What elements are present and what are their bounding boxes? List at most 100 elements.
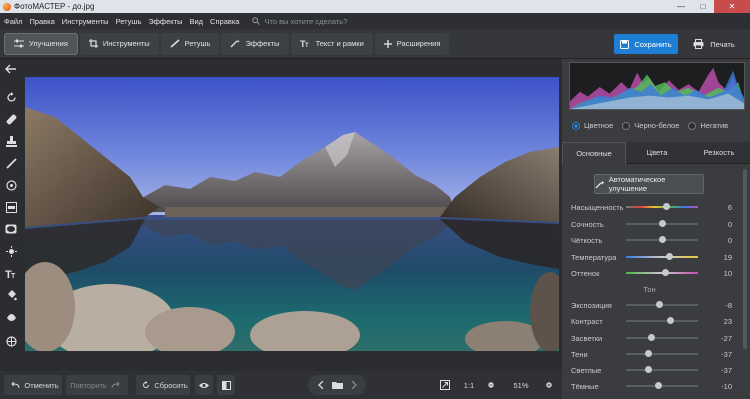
slider-label: Сочность [571,219,604,229]
floppy-disk-icon [620,39,630,49]
menu-view[interactable]: Вид [189,17,203,26]
tab-effects[interactable]: ✦ Эффекты [221,32,289,55]
slider-row: Засветки -27 [571,332,746,344]
close-icon[interactable]: ✕ [714,0,750,13]
slider-handle[interactable] [655,301,663,308]
text-tool-icon[interactable]: TT [4,266,18,280]
minimize-icon[interactable]: — [670,0,692,13]
panel-scrollbar[interactable] [743,169,747,349]
slider-handle[interactable] [644,350,652,357]
tab-text-frames[interactable]: TT Текст и рамки [290,32,373,55]
tab-retouch[interactable]: Ретушь [160,32,220,55]
next-image-icon[interactable] [351,381,357,389]
redo-arrow-icon [111,381,120,388]
tab-tools[interactable]: Инструменты [79,32,159,55]
stamp-icon[interactable] [4,134,18,148]
radial-filter-icon[interactable] [4,178,18,192]
grid-overlay-icon[interactable] [4,334,18,348]
radio-indicator [688,121,697,130]
tab-extensions[interactable]: Расширения [374,32,450,55]
light-sun-icon[interactable] [4,244,18,258]
reset-button[interactable]: Сбросить [136,375,190,395]
slider-handle[interactable] [644,366,652,373]
vignette-icon[interactable] [4,222,18,236]
slider-track[interactable] [626,320,698,322]
slider-handle[interactable] [654,382,662,389]
tab-basic[interactable]: Основные [562,142,626,164]
mode-negative-radio[interactable]: Негатив [688,121,728,130]
compare-toggle[interactable] [217,375,235,395]
slider-label: Контраст [571,316,603,326]
tab-label: Текст и рамки [315,39,364,48]
svg-text:✦: ✦ [236,39,240,45]
slider-value: 0 [727,235,732,245]
app-logo-icon [3,2,11,11]
actual-size-button[interactable]: 1:1 [460,375,478,395]
slider-value: -37 [721,365,732,375]
slider-track[interactable] [626,353,698,355]
slider-handle[interactable] [658,220,666,227]
slider-handle[interactable] [667,317,675,324]
auto-enhance-button[interactable]: ✦ Автоматическое улучшение [594,174,704,194]
menu-file[interactable]: Файл [4,17,22,26]
panel-tabs: Основные Цвета Резкость [562,142,750,164]
mode-label: Черно-белое [634,121,680,130]
zoom-level[interactable]: 51% [504,375,538,395]
menu-edit[interactable]: Правка [29,17,54,26]
mask-icon[interactable] [4,310,18,324]
slider-row: Контраст 23 [571,315,746,327]
menu-tools[interactable]: Инструменты [62,17,109,26]
slider-handle[interactable] [662,203,670,210]
zoom-level-label: 51% [513,380,529,390]
slider-value: -8 [725,300,732,310]
image-canvas[interactable] [22,59,562,371]
slider-label: Температура [571,252,617,262]
fill-bucket-icon[interactable] [4,288,18,302]
print-label: Печать [710,39,735,49]
adjustment-brush-icon[interactable] [4,156,18,170]
slider-track[interactable] [626,369,698,371]
auto-enhance-label: Автоматическое улучшение [608,175,666,193]
slider-row: Светлые -37 [571,364,746,376]
preview-toggle[interactable] [195,375,213,395]
fit-screen-button[interactable] [436,375,454,395]
svg-text:✦: ✦ [600,180,605,187]
reset-icon [143,381,150,388]
command-search[interactable]: Что вы хотите сделать? [252,17,347,26]
tab-label: Улучшения [29,39,68,48]
menu-help[interactable]: Справка [210,17,239,26]
mode-bw-radio[interactable]: Черно-белое [622,121,679,130]
undo-button[interactable]: Отменить [4,375,62,395]
back-arrow-icon[interactable] [4,62,18,76]
slider-handle[interactable] [658,236,666,243]
menu-retouch[interactable]: Ретушь [116,17,142,26]
rotate-icon[interactable] [4,90,18,104]
tone-section-header: Тон [643,285,656,294]
slider-row: Сочность 0 [571,218,746,230]
slider-track[interactable] [626,256,698,258]
tab-sharpness[interactable]: Резкость [688,142,750,164]
slider-handle[interactable] [648,334,656,341]
bottom-bar: Отменить Повторить Сбросить 1:1 51% [0,371,562,399]
slider-handle[interactable] [665,253,673,260]
tab-enhancements[interactable]: Улучшения [4,32,78,55]
healing-brush-icon[interactable] [4,112,18,126]
redo-button[interactable]: Повторить [66,375,128,395]
zoom-out-button[interactable] [484,375,498,395]
prev-image-icon[interactable] [317,381,324,389]
mode-color-radio[interactable]: Цветное [572,121,613,130]
folder-icon[interactable] [331,381,343,389]
eye-icon [199,382,209,388]
maximize-icon[interactable]: □ [692,0,714,13]
tab-colors[interactable]: Цвета [626,142,688,164]
slider-track[interactable] [626,385,698,387]
menu-effects[interactable]: Эффекты [148,17,182,26]
print-button[interactable]: Печать [682,34,746,54]
gradient-filter-icon[interactable] [4,200,18,214]
window-title: ФотоМАСТЕР - до.jpg [14,2,95,11]
zoom-in-button[interactable] [542,375,556,395]
save-button[interactable]: Сохранить [614,34,678,54]
printer-icon [693,39,704,49]
slider-track[interactable] [626,337,698,339]
slider-handle[interactable] [662,269,670,276]
